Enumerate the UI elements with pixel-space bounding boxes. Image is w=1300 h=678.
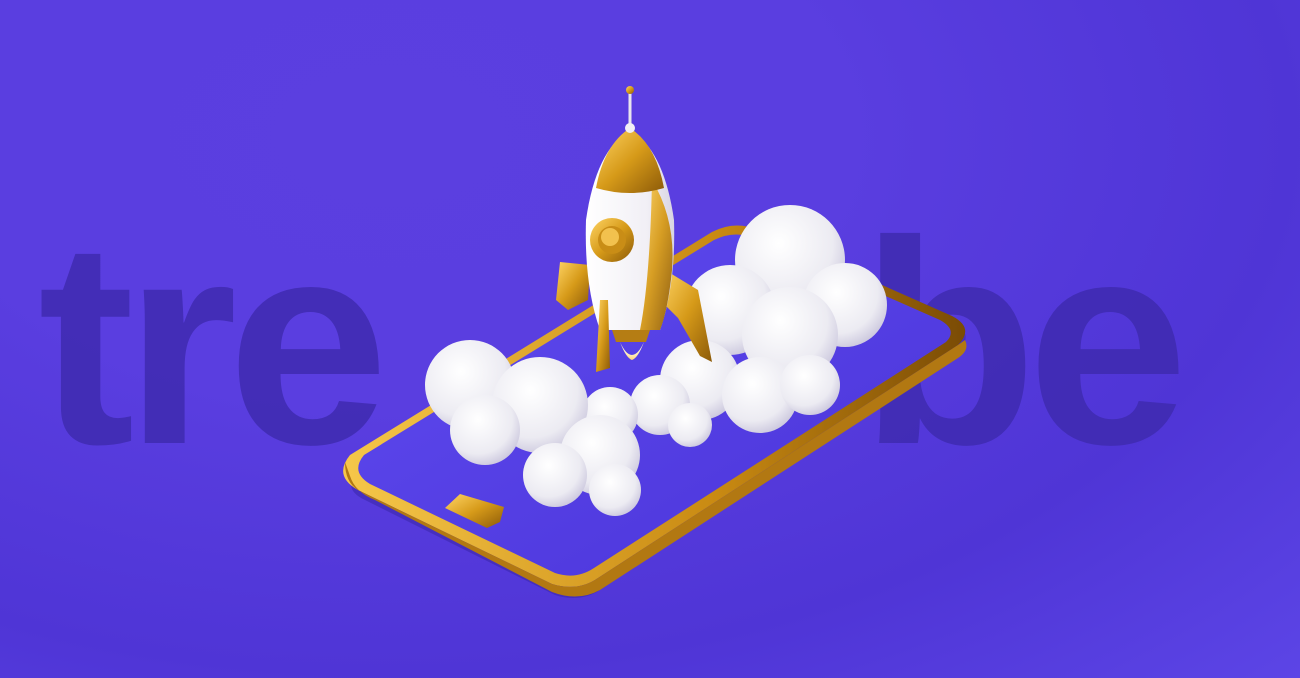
- hero-scene: tre be: [0, 0, 1300, 678]
- launch-illustration: [343, 86, 967, 599]
